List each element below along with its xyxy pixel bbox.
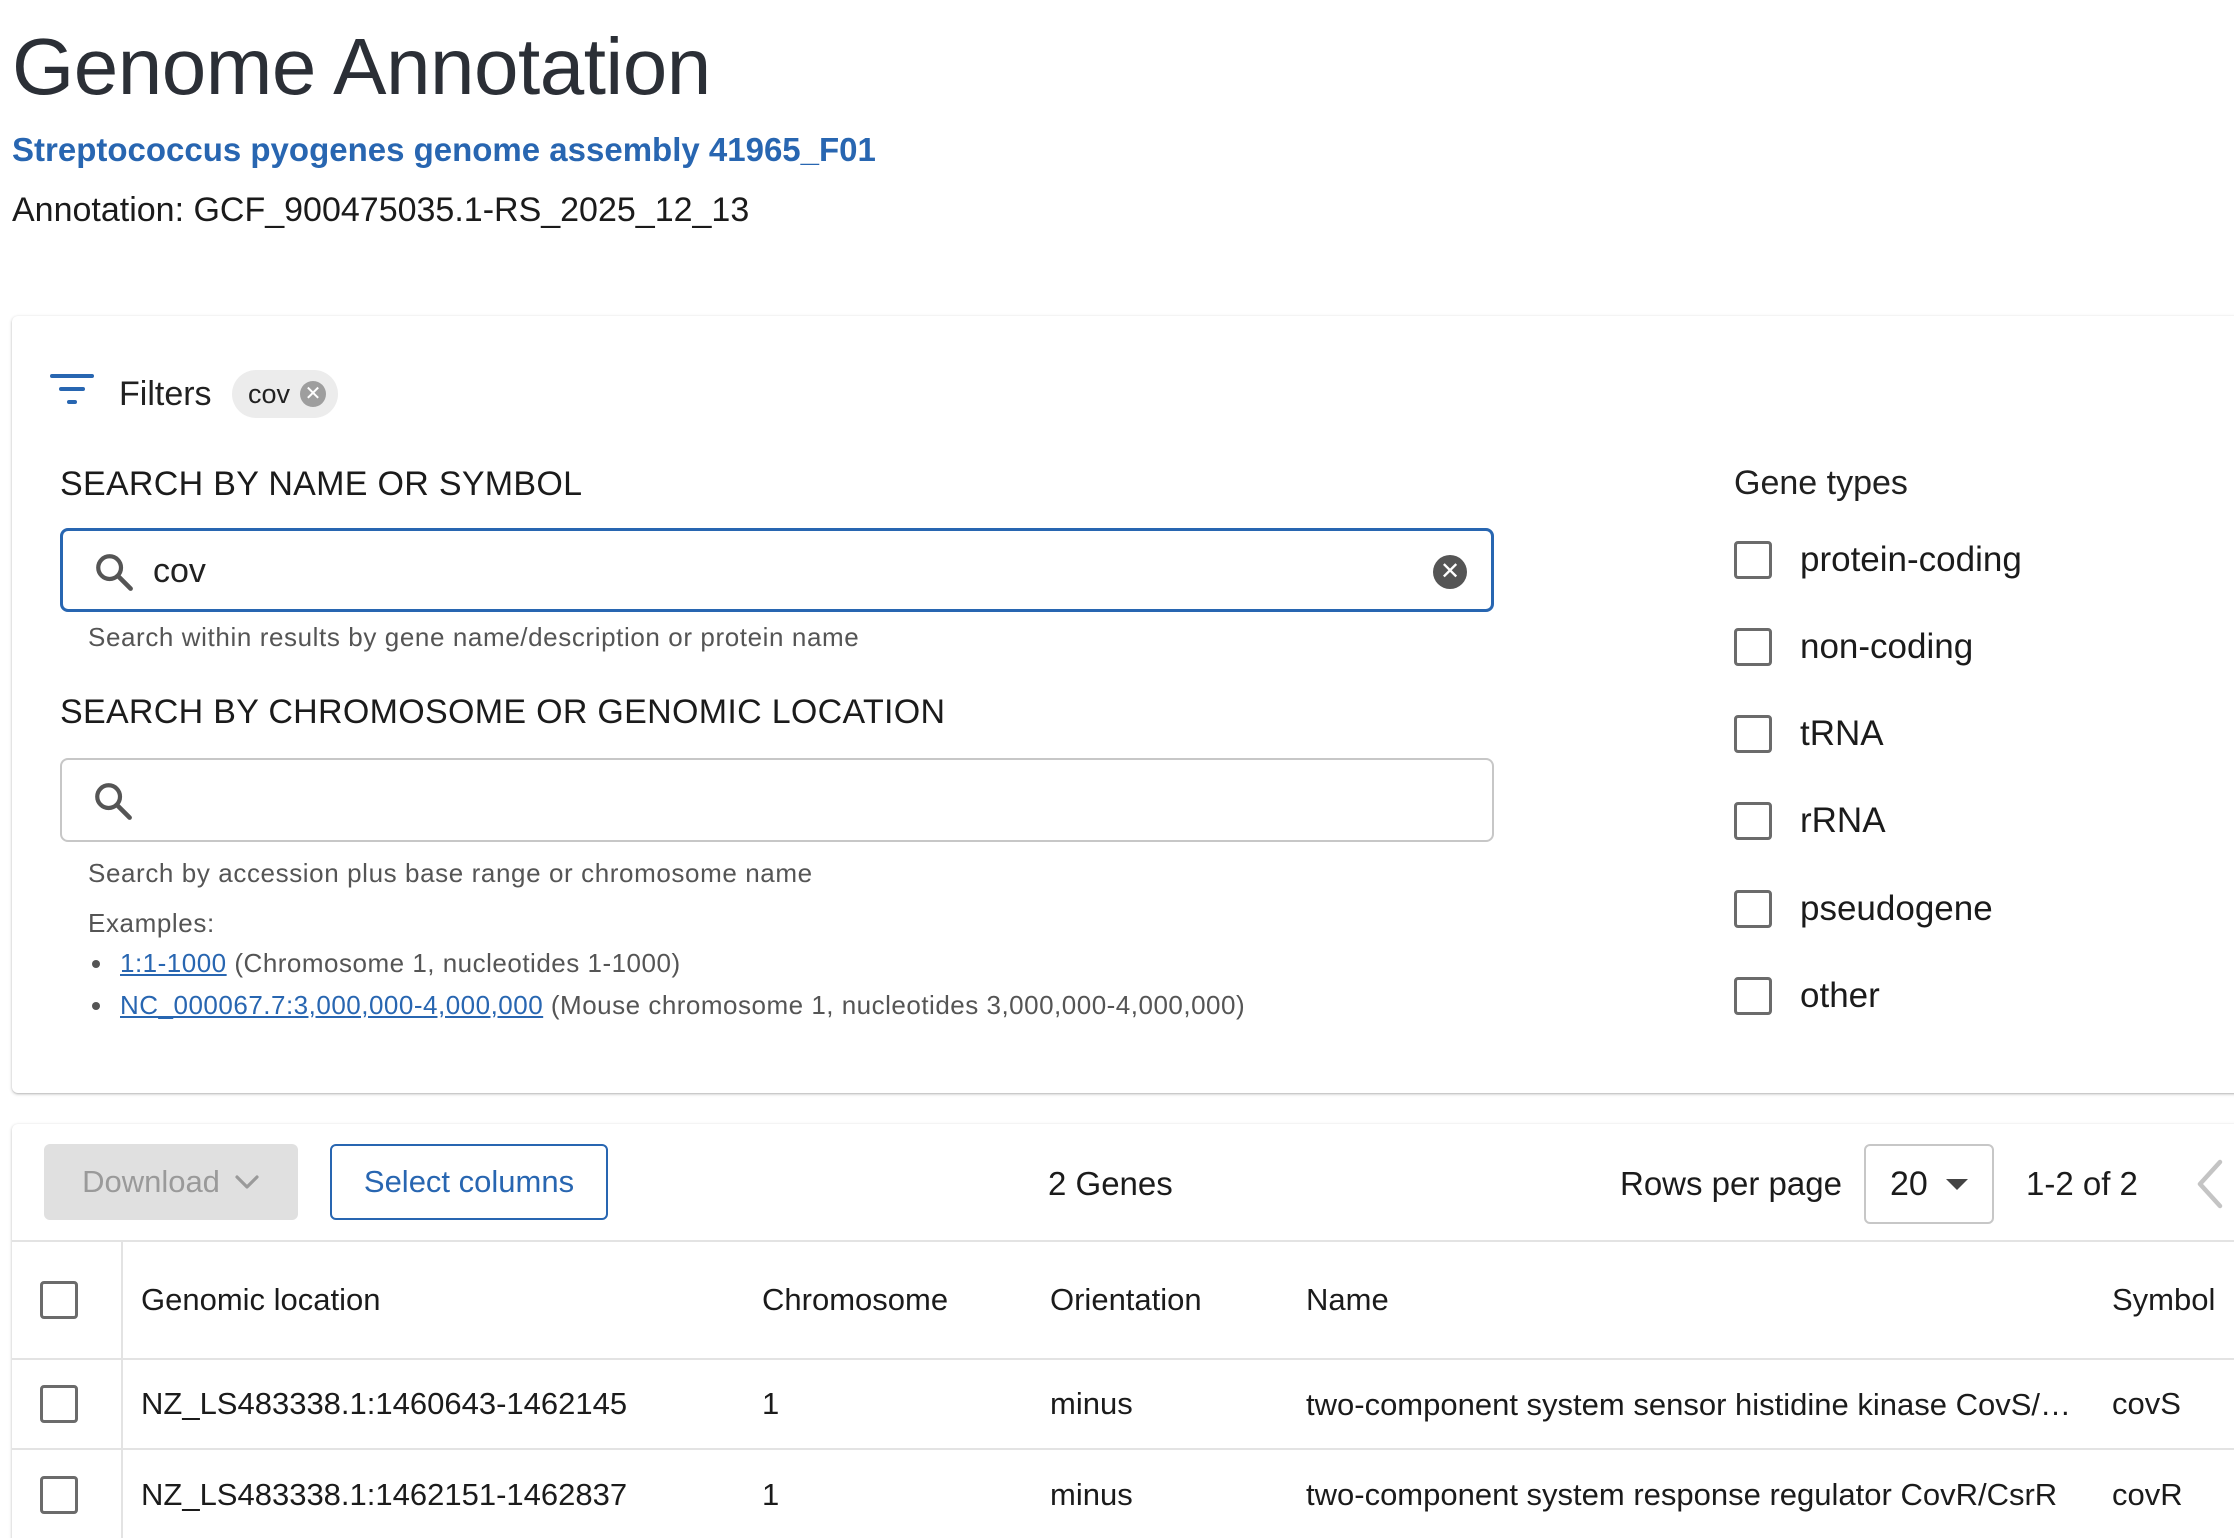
location-search-input[interactable] [152,772,1352,828]
gene-type-pseudogene[interactable]: pseudogene [1734,887,1993,931]
checkbox[interactable] [1734,977,1772,1015]
gene-type-rrna[interactable]: rRNA [1734,799,1886,843]
table-row[interactable]: NZ_LS483338.1:1462151-1462837 1 minus tw… [12,1448,2234,1538]
cell-genomic-location: NZ_LS483338.1:1462151-1462837 [122,1448,762,1538]
gene-types-title: Gene types [1734,464,1908,502]
gene-type-label: tRNA [1800,714,1884,753]
rows-per-page-select[interactable]: 20 [1864,1144,1994,1224]
rows-per-page-label: Rows per page [1620,1165,1842,1202]
search-icon [95,783,132,820]
cell-symbol: covS [2112,1358,2234,1449]
gene-count: 2 Genes [1048,1165,1173,1202]
example-link[interactable]: NC_000067.7:3,000,000-4,000,000 [120,990,543,1020]
annotation-release: Annotation: GCF_900475035.1-RS_2025_12_1… [12,191,750,229]
list-item: 1:1-1000 (Chromosome 1, nucleotides 1-10… [88,942,1245,984]
page-title: Genome Annotation [12,22,711,111]
close-icon[interactable]: ✕ [300,381,327,407]
checkbox[interactable] [1734,628,1772,666]
active-filter-chip[interactable]: cov ✕ [232,370,339,418]
genes-table: Genomic location Chromosome Orientation … [12,1240,2234,1538]
gene-type-other[interactable]: other [1734,974,1880,1018]
gene-type-protein-coding[interactable]: protein-coding [1734,538,2022,582]
name-search-label: SEARCH BY NAME OR SYMBOL [60,465,583,503]
checkbox[interactable] [1734,541,1772,579]
download-button[interactable]: Download [44,1144,298,1220]
name-search-field[interactable]: ✕ [60,528,1494,612]
row-checkbox[interactable] [40,1385,78,1423]
caret-down-icon [1945,1178,1968,1190]
list-item: NC_000067.7:3,000,000-4,000,000 (Mouse c… [88,984,1245,1026]
cell-chromosome: 1 [762,1358,1050,1449]
cell-symbol: covR [2112,1448,2234,1538]
gene-type-label: other [1800,976,1880,1015]
row-checkbox[interactable] [40,1475,78,1514]
cell-chromosome: 1 [762,1448,1050,1538]
checkbox[interactable] [1734,715,1772,753]
table-row[interactable]: NZ_LS483338.1:1460643-1462145 1 minus tw… [12,1358,2234,1449]
filter-panel: Filters cov ✕ SEARCH BY NAME OR SYMBOL ✕… [12,316,2234,1093]
cell-name: two-component system response regulator … [1306,1477,2058,1513]
filter-icon[interactable] [50,374,94,408]
cell-genomic-location: NZ_LS483338.1:1460643-1462145 [122,1358,762,1449]
gene-type-label: pseudogene [1800,889,1993,928]
cell-orientation: minus [1050,1358,1306,1449]
example-link[interactable]: 1:1-1000 [120,948,227,978]
examples-title: Examples: [88,908,215,938]
location-search-helper: Search by accession plus base range or c… [88,858,813,888]
select-columns-button[interactable]: Select columns [330,1144,608,1220]
column-header-symbol[interactable]: Symbol [2112,1240,2234,1359]
search-icon [96,554,133,591]
column-header-chromosome[interactable]: Chromosome [762,1240,1050,1359]
clear-icon[interactable]: ✕ [1433,555,1467,589]
column-header-name[interactable]: Name [1306,1240,2112,1359]
name-search-helper: Search within results by gene name/descr… [88,622,860,652]
location-search-field[interactable] [60,758,1494,842]
column-header-orientation[interactable]: Orientation [1050,1240,1306,1359]
cell-orientation: minus [1050,1448,1306,1538]
example-description: (Chromosome 1, nucleotides 1-1000) [226,948,681,978]
select-all-checkbox[interactable] [40,1281,78,1319]
column-header-genomic-location[interactable]: Genomic location [122,1240,762,1359]
chevron-down-icon [235,1175,259,1189]
examples-list: 1:1-1000 (Chromosome 1, nucleotides 1-10… [88,942,1245,1026]
cell-name: two-component system sensor histidine ki… [1306,1386,2086,1422]
gene-type-trna[interactable]: tRNA [1734,712,1884,756]
pagination-range: 1-2 of 2 [2026,1165,2138,1202]
chevron-left-icon[interactable] [2190,1156,2230,1212]
location-search-label: SEARCH BY CHROMOSOME OR GENOMIC LOCATION [60,693,946,731]
chip-label: cov [248,378,291,409]
table-header-row: Genomic location Chromosome Orientation … [12,1240,2234,1359]
assembly-link[interactable]: Streptococcus pyogenes genome assembly 4… [12,128,876,172]
name-search-input[interactable] [153,543,1353,599]
checkbox[interactable] [1734,890,1772,928]
filters-title: Filters [119,375,212,413]
rows-per-page-value: 20 [1890,1164,1928,1203]
gene-type-label: protein-coding [1800,540,2022,579]
gene-type-label: rRNA [1800,801,1886,840]
results-panel: Download Select columns 2 Genes Rows per… [12,1124,2234,1538]
gene-type-label: non-coding [1800,627,1974,666]
example-description: (Mouse chromosome 1, nucleotides 3,000,0… [543,990,1246,1020]
checkbox[interactable] [1734,802,1772,840]
gene-type-non-coding[interactable]: non-coding [1734,625,1973,669]
download-label: Download [82,1164,220,1199]
